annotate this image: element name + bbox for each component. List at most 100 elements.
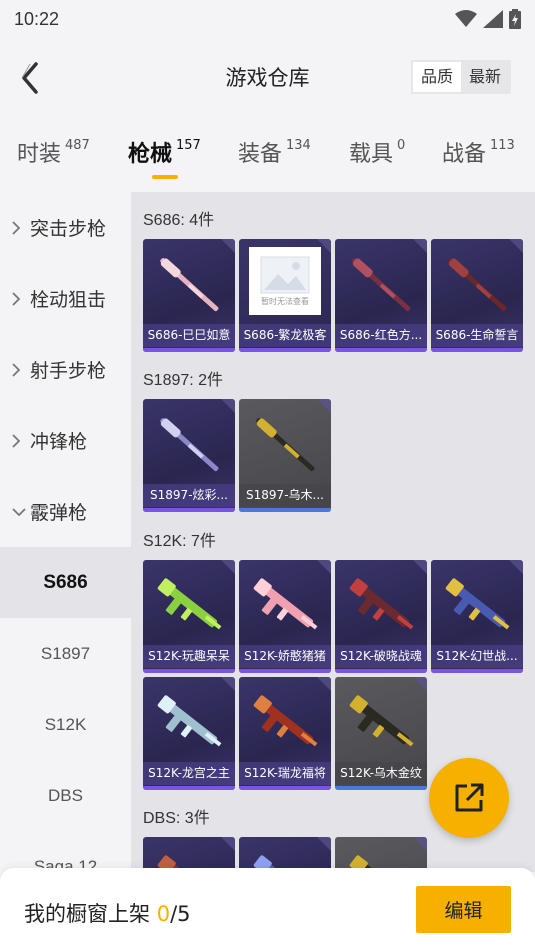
skin-card[interactable]: S1897-乌木... xyxy=(239,399,331,512)
skin-name: S686-红色方... xyxy=(335,324,427,347)
skin-card[interactable]: S12K-娇憨猪猪 xyxy=(239,560,331,673)
sidebar-sub-dbs[interactable]: DBS xyxy=(0,760,131,831)
rarity-bar xyxy=(239,669,331,673)
sidebar-sub-saga12[interactable]: Saga 12 xyxy=(0,831,131,873)
tab-equipment[interactable]: 装备 134 xyxy=(238,136,311,168)
rifle-icon xyxy=(349,695,414,747)
shotgun-icon xyxy=(160,258,219,312)
shotgun-icon xyxy=(448,258,507,312)
sidebar-item-label: 栓动狙击 xyxy=(30,289,107,311)
shotgun-icon xyxy=(256,418,315,472)
group-title: S1897: 2件 xyxy=(143,372,224,389)
chevron-right-icon xyxy=(12,433,26,448)
skin-card[interactable]: S686-巳巳如意 xyxy=(143,239,235,352)
tab-label: 载具 xyxy=(349,142,394,167)
tab-outfits[interactable]: 时装 487 xyxy=(17,136,90,168)
skin-card[interactable]: S12K-龙宫之主 xyxy=(143,677,235,790)
rifle-icon xyxy=(253,695,318,747)
status-icons xyxy=(455,9,521,29)
skin-card[interactable]: S12K-乌木金纹 xyxy=(335,677,427,790)
skin-name: S12K-玩趣呆呆 xyxy=(143,645,235,668)
skin-name: S12K-龙宫之主 xyxy=(143,762,235,785)
placeholder-text: 暂时无法查看 xyxy=(261,296,309,306)
share-button[interactable] xyxy=(429,758,509,838)
skin-card[interactable]: 暂时无法查看 S686-繁龙极客 xyxy=(239,239,331,352)
skin-name: S12K-幻世战... xyxy=(431,645,523,668)
skin-name: S1897-乌木... xyxy=(239,484,331,507)
shotgun-icon xyxy=(352,258,411,312)
skin-card[interactable]: S1897-炫彩... xyxy=(143,399,235,512)
sidebar-sub-s12k[interactable]: S12K xyxy=(0,689,131,760)
edit-button[interactable]: 编辑 xyxy=(416,886,511,933)
rarity-bar xyxy=(335,669,427,673)
category-tabs: 时装 487 枪械 157 装备 134 载具 0 战备 113 xyxy=(0,126,535,184)
tab-supplies[interactable]: 战备 113 xyxy=(442,136,515,168)
battery-icon xyxy=(509,9,521,29)
skin-name: S12K-破晓战魂 xyxy=(335,645,427,668)
tab-count: 113 xyxy=(490,138,515,153)
skin-card[interactable]: S686-生命誓言 xyxy=(431,239,523,352)
skin-card[interactable] xyxy=(335,837,427,872)
skin-card[interactable] xyxy=(143,837,235,872)
tab-label: 时装 xyxy=(17,142,62,167)
sidebar-item-bolt-sniper[interactable]: 栓动狙击 xyxy=(0,263,131,334)
sidebar-sub-s686[interactable]: S686 xyxy=(0,547,131,618)
tab-firearms[interactable]: 枪械 157 xyxy=(128,136,201,168)
tab-count: 487 xyxy=(65,138,90,153)
showcase-count: 0 xyxy=(156,902,171,926)
status-bar: 10:22 xyxy=(0,0,535,38)
tab-label: 战备 xyxy=(442,142,487,167)
showcase-label: 我的橱窗上架 xyxy=(24,902,150,926)
skin-name: S12K-娇憨猪猪 xyxy=(239,645,331,668)
showcase-total: /5 xyxy=(170,902,191,926)
skin-name: S686-巳巳如意 xyxy=(143,324,235,347)
rifle-icon xyxy=(253,578,318,630)
rarity-bar xyxy=(239,508,331,512)
skin-card[interactable]: S12K-幻世战... xyxy=(431,560,523,673)
chevron-right-icon xyxy=(12,220,26,235)
group-title: DBS: 3件 xyxy=(143,810,210,827)
tab-label: 装备 xyxy=(238,142,283,167)
skin-card[interactable] xyxy=(239,837,331,872)
skin-name: S686-繁龙极客 xyxy=(239,324,331,347)
sort-quality-option[interactable]: 品质 xyxy=(412,62,461,92)
tab-count: 157 xyxy=(176,138,201,153)
rarity-bar xyxy=(143,669,235,673)
image-placeholder: 暂时无法查看 xyxy=(249,247,321,315)
rarity-bar xyxy=(143,508,235,512)
sidebar-item-label: 射手步枪 xyxy=(30,360,107,382)
signal-icon xyxy=(483,10,503,28)
tab-vehicles[interactable]: 载具 0 xyxy=(349,136,405,168)
sort-toggle: 品质 最新 xyxy=(410,60,511,94)
rifle-icon xyxy=(157,695,222,747)
sidebar-item-shotgun[interactable]: 霰弹枪 xyxy=(0,476,131,547)
skin-card[interactable]: S12K-破晓战魂 xyxy=(335,560,427,673)
chevron-right-icon xyxy=(12,291,26,306)
skin-card[interactable]: S12K-瑞龙福将 xyxy=(239,677,331,790)
rarity-bar xyxy=(431,669,523,673)
skin-card[interactable]: S686-红色方... xyxy=(335,239,427,352)
skin-name: S1897-炫彩... xyxy=(143,484,235,507)
rarity-bar xyxy=(239,348,331,352)
share-icon xyxy=(455,783,484,812)
tab-label: 枪械 xyxy=(128,142,173,167)
sidebar-item-assault-rifle[interactable]: 突击步枪 xyxy=(0,192,131,263)
sidebar-item-smg[interactable]: 冲锋枪 xyxy=(0,405,131,476)
wifi-icon xyxy=(455,10,477,27)
rifle-icon xyxy=(157,578,222,630)
sidebar-item-label: 冲锋枪 xyxy=(30,431,88,453)
sidebar-item-label: 突击步枪 xyxy=(30,218,107,240)
skin-card[interactable]: S12K-玩趣呆呆 xyxy=(143,560,235,673)
chevron-down-icon xyxy=(12,507,26,516)
sidebar-sub-s1897[interactable]: S1897 xyxy=(0,618,131,689)
sort-newest-option[interactable]: 最新 xyxy=(461,62,509,92)
chevron-right-icon xyxy=(12,362,26,377)
group-title: S686: 4件 xyxy=(143,212,215,229)
rifle-icon xyxy=(349,578,414,630)
skin-name: S12K-瑞龙福将 xyxy=(239,762,331,785)
rifle-icon xyxy=(445,578,510,630)
rarity-bar xyxy=(335,348,427,352)
sidebar-item-marksman-rifle[interactable]: 射手步枪 xyxy=(0,334,131,405)
tab-count: 134 xyxy=(286,138,311,153)
active-tab-indicator xyxy=(152,175,178,179)
